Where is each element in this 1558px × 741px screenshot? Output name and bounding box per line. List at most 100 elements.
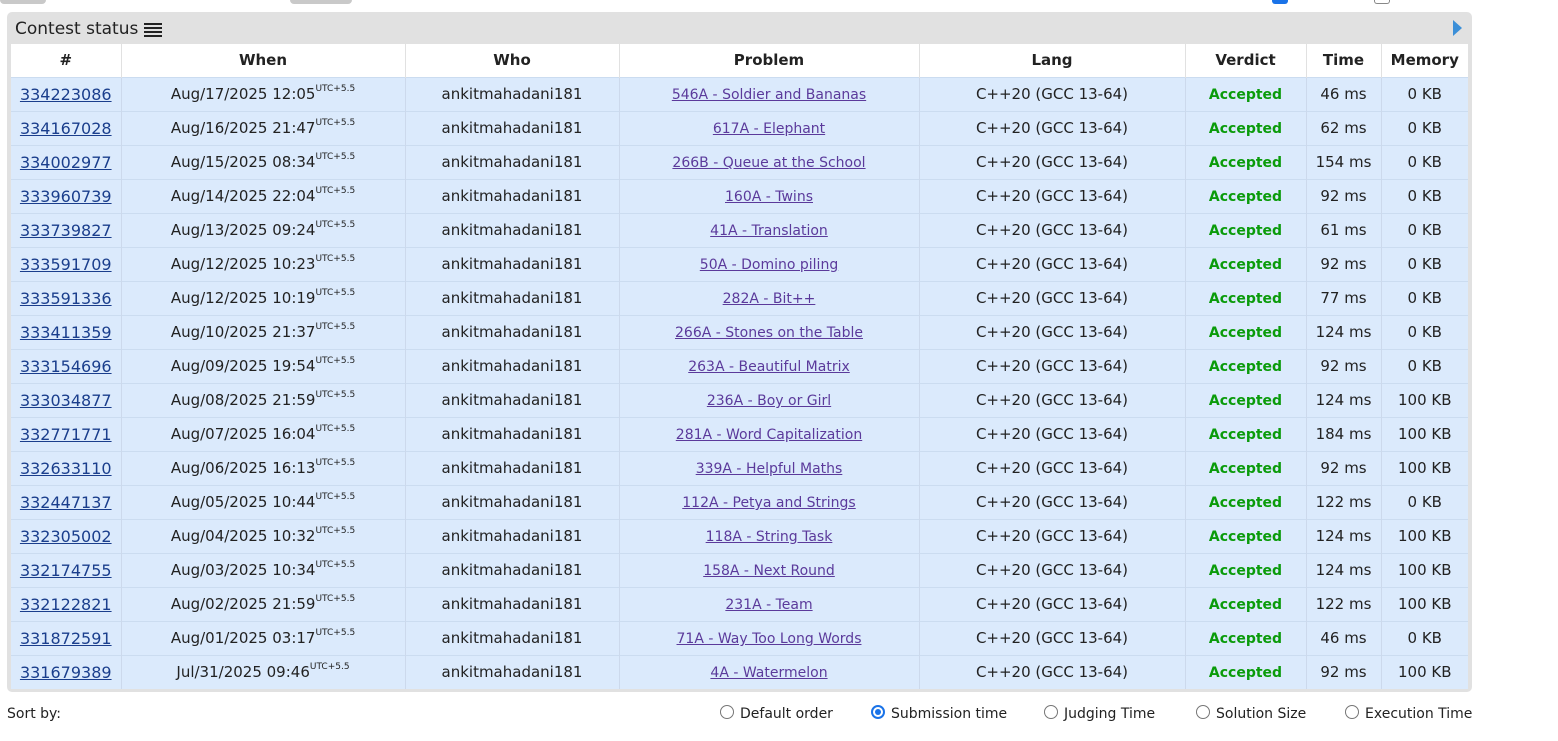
problem-cell: 266A - Stones on the Table: [619, 314, 920, 349]
sort-option-submission-time[interactable]: Submission time: [871, 705, 1007, 722]
panel-header: Contest status: [15, 18, 163, 40]
timezone-label: UTC+5.5: [315, 560, 356, 570]
time-cell: 77 ms: [1306, 280, 1382, 315]
sort-option-default-order[interactable]: Default order: [720, 705, 833, 722]
problem-cell: 160A - Twins: [619, 178, 920, 213]
list-icon[interactable]: [144, 22, 163, 37]
submission-id-link[interactable]: 333739827: [20, 221, 112, 240]
timezone-label: UTC+5.5: [315, 186, 356, 196]
submission-id-link[interactable]: 333591336: [20, 289, 112, 308]
lang-cell: C++20 (GCC 13-64): [919, 246, 1186, 281]
sort-option-judging-time[interactable]: Judging Time: [1044, 705, 1155, 722]
radio-button[interactable]: [1044, 705, 1058, 719]
when-cell: Aug/01/2025 03:17UTC+5.5: [121, 620, 406, 655]
problem-link[interactable]: 266B - Queue at the School: [672, 155, 865, 171]
problem-link[interactable]: 71A - Way Too Long Words: [677, 631, 862, 647]
problem-link[interactable]: 118A - String Task: [706, 529, 833, 545]
verdict-cell: Accepted: [1185, 212, 1307, 247]
problem-cell: 4A - Watermelon: [619, 654, 920, 689]
submission-id-cell: 331679389: [11, 654, 122, 689]
table-row: 332633110 Aug/06/2025 16:13UTC+5.5 ankitma…: [11, 450, 1468, 485]
problem-link[interactable]: 50A - Domino piling: [700, 257, 838, 273]
submission-time: Aug/10/2025 21:37: [170, 323, 316, 341]
when-cell: Aug/12/2025 10:19UTC+5.5: [121, 280, 406, 315]
when-cell: Aug/07/2025 16:04UTC+5.5: [121, 416, 406, 451]
radio-button[interactable]: [1345, 705, 1359, 719]
submission-id-link[interactable]: 332447137: [20, 493, 112, 512]
who-cell: ankitmahadani181: [405, 450, 620, 485]
when-cell: Aug/04/2025 10:32UTC+5.5: [121, 518, 406, 553]
who-cell: ankitmahadani181: [405, 314, 620, 349]
problem-link[interactable]: 236A - Boy or Girl: [707, 393, 831, 409]
submission-id-link[interactable]: 332633110: [20, 459, 112, 478]
submission-id-link[interactable]: 333411359: [20, 323, 112, 342]
problem-link[interactable]: 263A - Beautiful Matrix: [688, 359, 850, 375]
memory-cell: 100 KB: [1381, 416, 1468, 451]
problem-link[interactable]: 4A - Watermelon: [710, 665, 827, 681]
timezone-label: UTC+5.5: [315, 390, 356, 400]
column-header-lang: Lang: [919, 44, 1186, 77]
radio-button[interactable]: [1196, 705, 1210, 719]
submission-id-cell: 334167028: [11, 110, 122, 145]
verdict-cell: Accepted: [1185, 76, 1307, 111]
verdict-cell: Accepted: [1185, 280, 1307, 315]
lang-cell: C++20 (GCC 13-64): [919, 586, 1186, 621]
column-header-verdict: Verdict: [1185, 44, 1307, 77]
column-header-time: Time: [1306, 44, 1382, 77]
submission-id-cell: 332447137: [11, 484, 122, 519]
submission-time: Aug/17/2025 12:05: [170, 85, 316, 103]
time-cell: 124 ms: [1306, 382, 1382, 417]
submission-time: Aug/09/2025 19:54: [170, 357, 316, 375]
submission-id-link[interactable]: 333960739: [20, 187, 112, 206]
memory-cell: 0 KB: [1381, 280, 1468, 315]
who-cell: ankitmahadani181: [405, 110, 620, 145]
triangle-right-icon[interactable]: [1453, 20, 1462, 36]
submission-id-link[interactable]: 332771771: [20, 425, 112, 444]
problem-link[interactable]: 546A - Soldier and Bananas: [672, 87, 866, 103]
submission-id-link[interactable]: 333154696: [20, 357, 112, 376]
radio-button[interactable]: [871, 705, 885, 719]
submission-id-link[interactable]: 334167028: [20, 119, 112, 138]
top-tab-stub[interactable]: [0, 0, 46, 4]
submission-id-link[interactable]: 334223086: [20, 85, 112, 104]
verdict-cell: Accepted: [1185, 552, 1307, 587]
radio-button[interactable]: [720, 705, 734, 719]
problem-cell: 263A - Beautiful Matrix: [619, 348, 920, 383]
table-row: 332122821 Aug/02/2025 21:59UTC+5.5 ankitma…: [11, 586, 1468, 621]
submission-id-link[interactable]: 332122821: [20, 595, 112, 614]
verdict-label: Accepted: [1208, 325, 1283, 341]
submission-id-link[interactable]: 332305002: [20, 527, 112, 546]
top-checkbox-unchecked[interactable]: [1374, 0, 1390, 4]
who-cell: ankitmahadani181: [405, 144, 620, 179]
submission-id-link[interactable]: 333034877: [20, 391, 112, 410]
memory-cell: 100 KB: [1381, 654, 1468, 689]
problem-link[interactable]: 160A - Twins: [725, 189, 813, 205]
sort-option-solution-size[interactable]: Solution Size: [1196, 705, 1306, 722]
top-checkbox-checked[interactable]: [1272, 0, 1288, 4]
submission-id-link[interactable]: 334002977: [20, 153, 112, 172]
submission-time: Aug/06/2025 16:13: [170, 459, 316, 477]
problem-link[interactable]: 112A - Petya and Strings: [682, 495, 855, 511]
table-row: 333154696 Aug/09/2025 19:54UTC+5.5 ankitma…: [11, 348, 1468, 383]
problem-link[interactable]: 282A - Bit++: [723, 291, 816, 307]
problem-link[interactable]: 339A - Helpful Maths: [696, 461, 843, 477]
problem-cell: 546A - Soldier and Bananas: [619, 76, 920, 111]
memory-cell: 0 KB: [1381, 76, 1468, 111]
submission-id-link[interactable]: 331679389: [20, 663, 112, 682]
column-header-problem: Problem: [619, 44, 920, 77]
problem-link[interactable]: 281A - Word Capitalization: [676, 427, 862, 443]
submission-id-link[interactable]: 332174755: [20, 561, 112, 580]
top-tab-stub[interactable]: [290, 0, 352, 4]
submission-id-link[interactable]: 333591709: [20, 255, 112, 274]
sort-option-execution-time[interactable]: Execution Time: [1345, 705, 1472, 722]
memory-cell: 100 KB: [1381, 518, 1468, 553]
problem-link[interactable]: 266A - Stones on the Table: [675, 325, 863, 341]
verdict-label: Accepted: [1208, 291, 1283, 307]
problem-link[interactable]: 41A - Translation: [710, 223, 828, 239]
timezone-label: UTC+5.5: [315, 424, 356, 434]
submission-id-link[interactable]: 331872591: [20, 629, 112, 648]
problem-link[interactable]: 617A - Elephant: [713, 121, 825, 137]
problem-link[interactable]: 231A - Team: [725, 597, 812, 613]
problem-link[interactable]: 158A - Next Round: [703, 563, 835, 579]
time-cell: 184 ms: [1306, 416, 1382, 451]
